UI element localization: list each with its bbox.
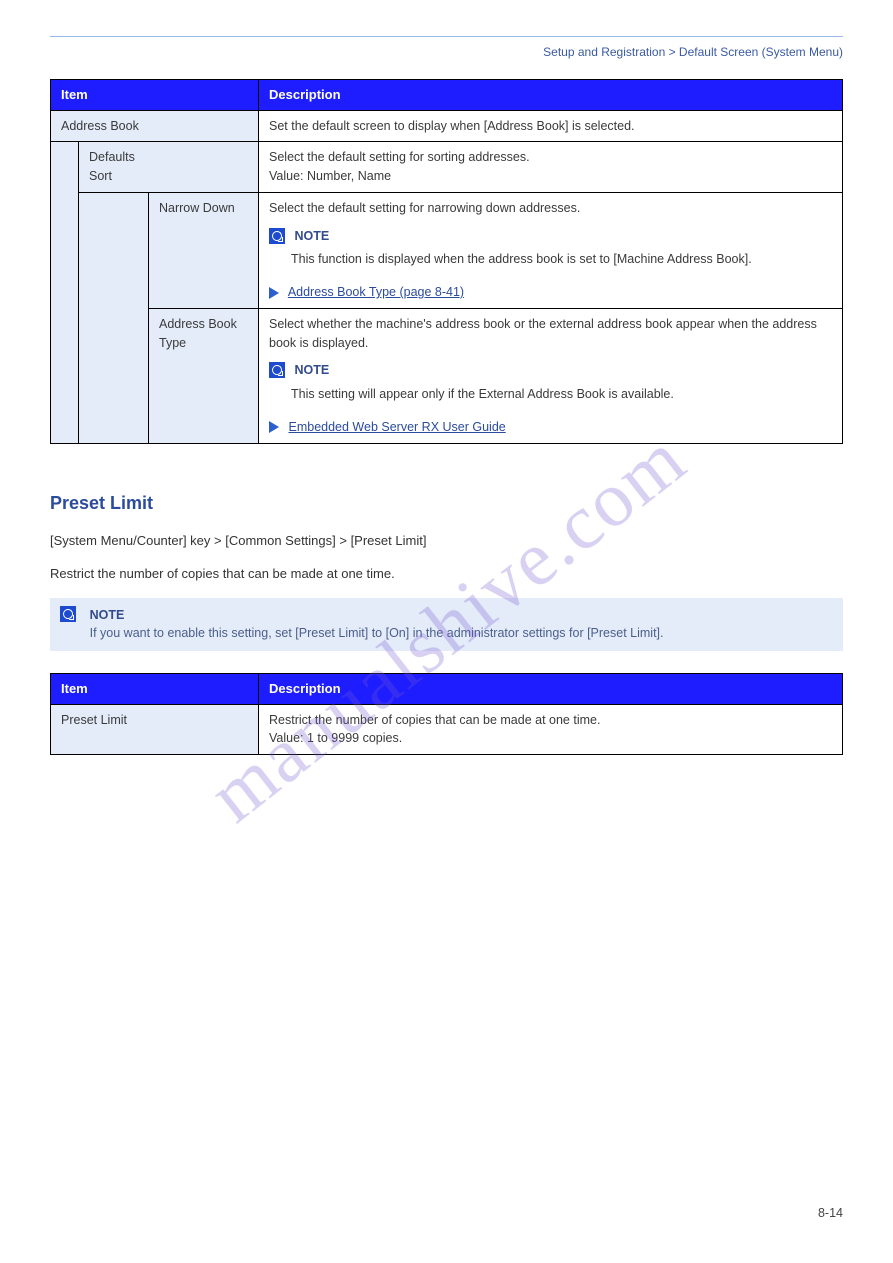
note-label: NOTE	[295, 362, 330, 378]
ref-link-ews-guide[interactable]: Embedded Web Server RX User Guide	[289, 420, 506, 434]
note-body: If you want to enable this setting, set …	[90, 626, 664, 640]
note-box: NOTE If you want to enable this setting,…	[50, 598, 843, 652]
row-address-book-desc: Set the default screen to display when […	[259, 110, 843, 142]
preset-limit-table: Item Description Preset Limit Restrict t…	[50, 673, 843, 755]
row-sort-desc: Select the default setting for sorting a…	[259, 142, 843, 193]
note-label: NOTE	[295, 228, 330, 244]
row-narrow-down: Narrow Down	[149, 192, 259, 308]
note-icon	[60, 606, 76, 622]
section-para: Restrict the number of copies that can b…	[50, 564, 843, 584]
row-address-book: Address Book	[51, 110, 259, 142]
row-subgroup-gutter	[51, 142, 79, 443]
row-preset-limit-desc: Restrict the number of copies that can b…	[259, 704, 843, 755]
col-desc: Description	[259, 80, 843, 111]
row-address-book-type: Address Book Type	[149, 308, 259, 443]
col-item: Item	[51, 674, 259, 705]
col-desc: Description	[259, 674, 843, 705]
note-icon	[269, 228, 285, 244]
address-book-table: Item Description Address Book Set the de…	[50, 79, 843, 444]
heading-preset-limit: Preset Limit	[50, 490, 843, 517]
row-narrow-down-desc: Select the default setting for narrowing…	[259, 192, 843, 308]
page-number: 8-14	[818, 1204, 843, 1223]
row-address-book-type-desc: Select whether the machine's address boo…	[259, 308, 843, 443]
row-subgroup-gutter2	[79, 192, 149, 443]
row-sort: Defaults Sort	[79, 142, 259, 193]
note-label: NOTE	[90, 608, 125, 622]
arrow-icon	[269, 421, 279, 433]
arrow-icon	[269, 287, 279, 299]
nav-path: [System Menu/Counter] key > [Common Sett…	[50, 531, 843, 551]
col-item: Item	[51, 80, 259, 111]
ref-link-address-book-type[interactable]: Address Book Type (page 8-41)	[288, 285, 464, 299]
row-preset-limit: Preset Limit	[51, 704, 259, 755]
note-icon	[269, 362, 285, 378]
note-body: This function is displayed when the addr…	[291, 250, 832, 269]
note-body: This setting will appear only if the Ext…	[291, 385, 832, 404]
breadcrumb: Setup and Registration > Default Screen …	[50, 43, 843, 61]
